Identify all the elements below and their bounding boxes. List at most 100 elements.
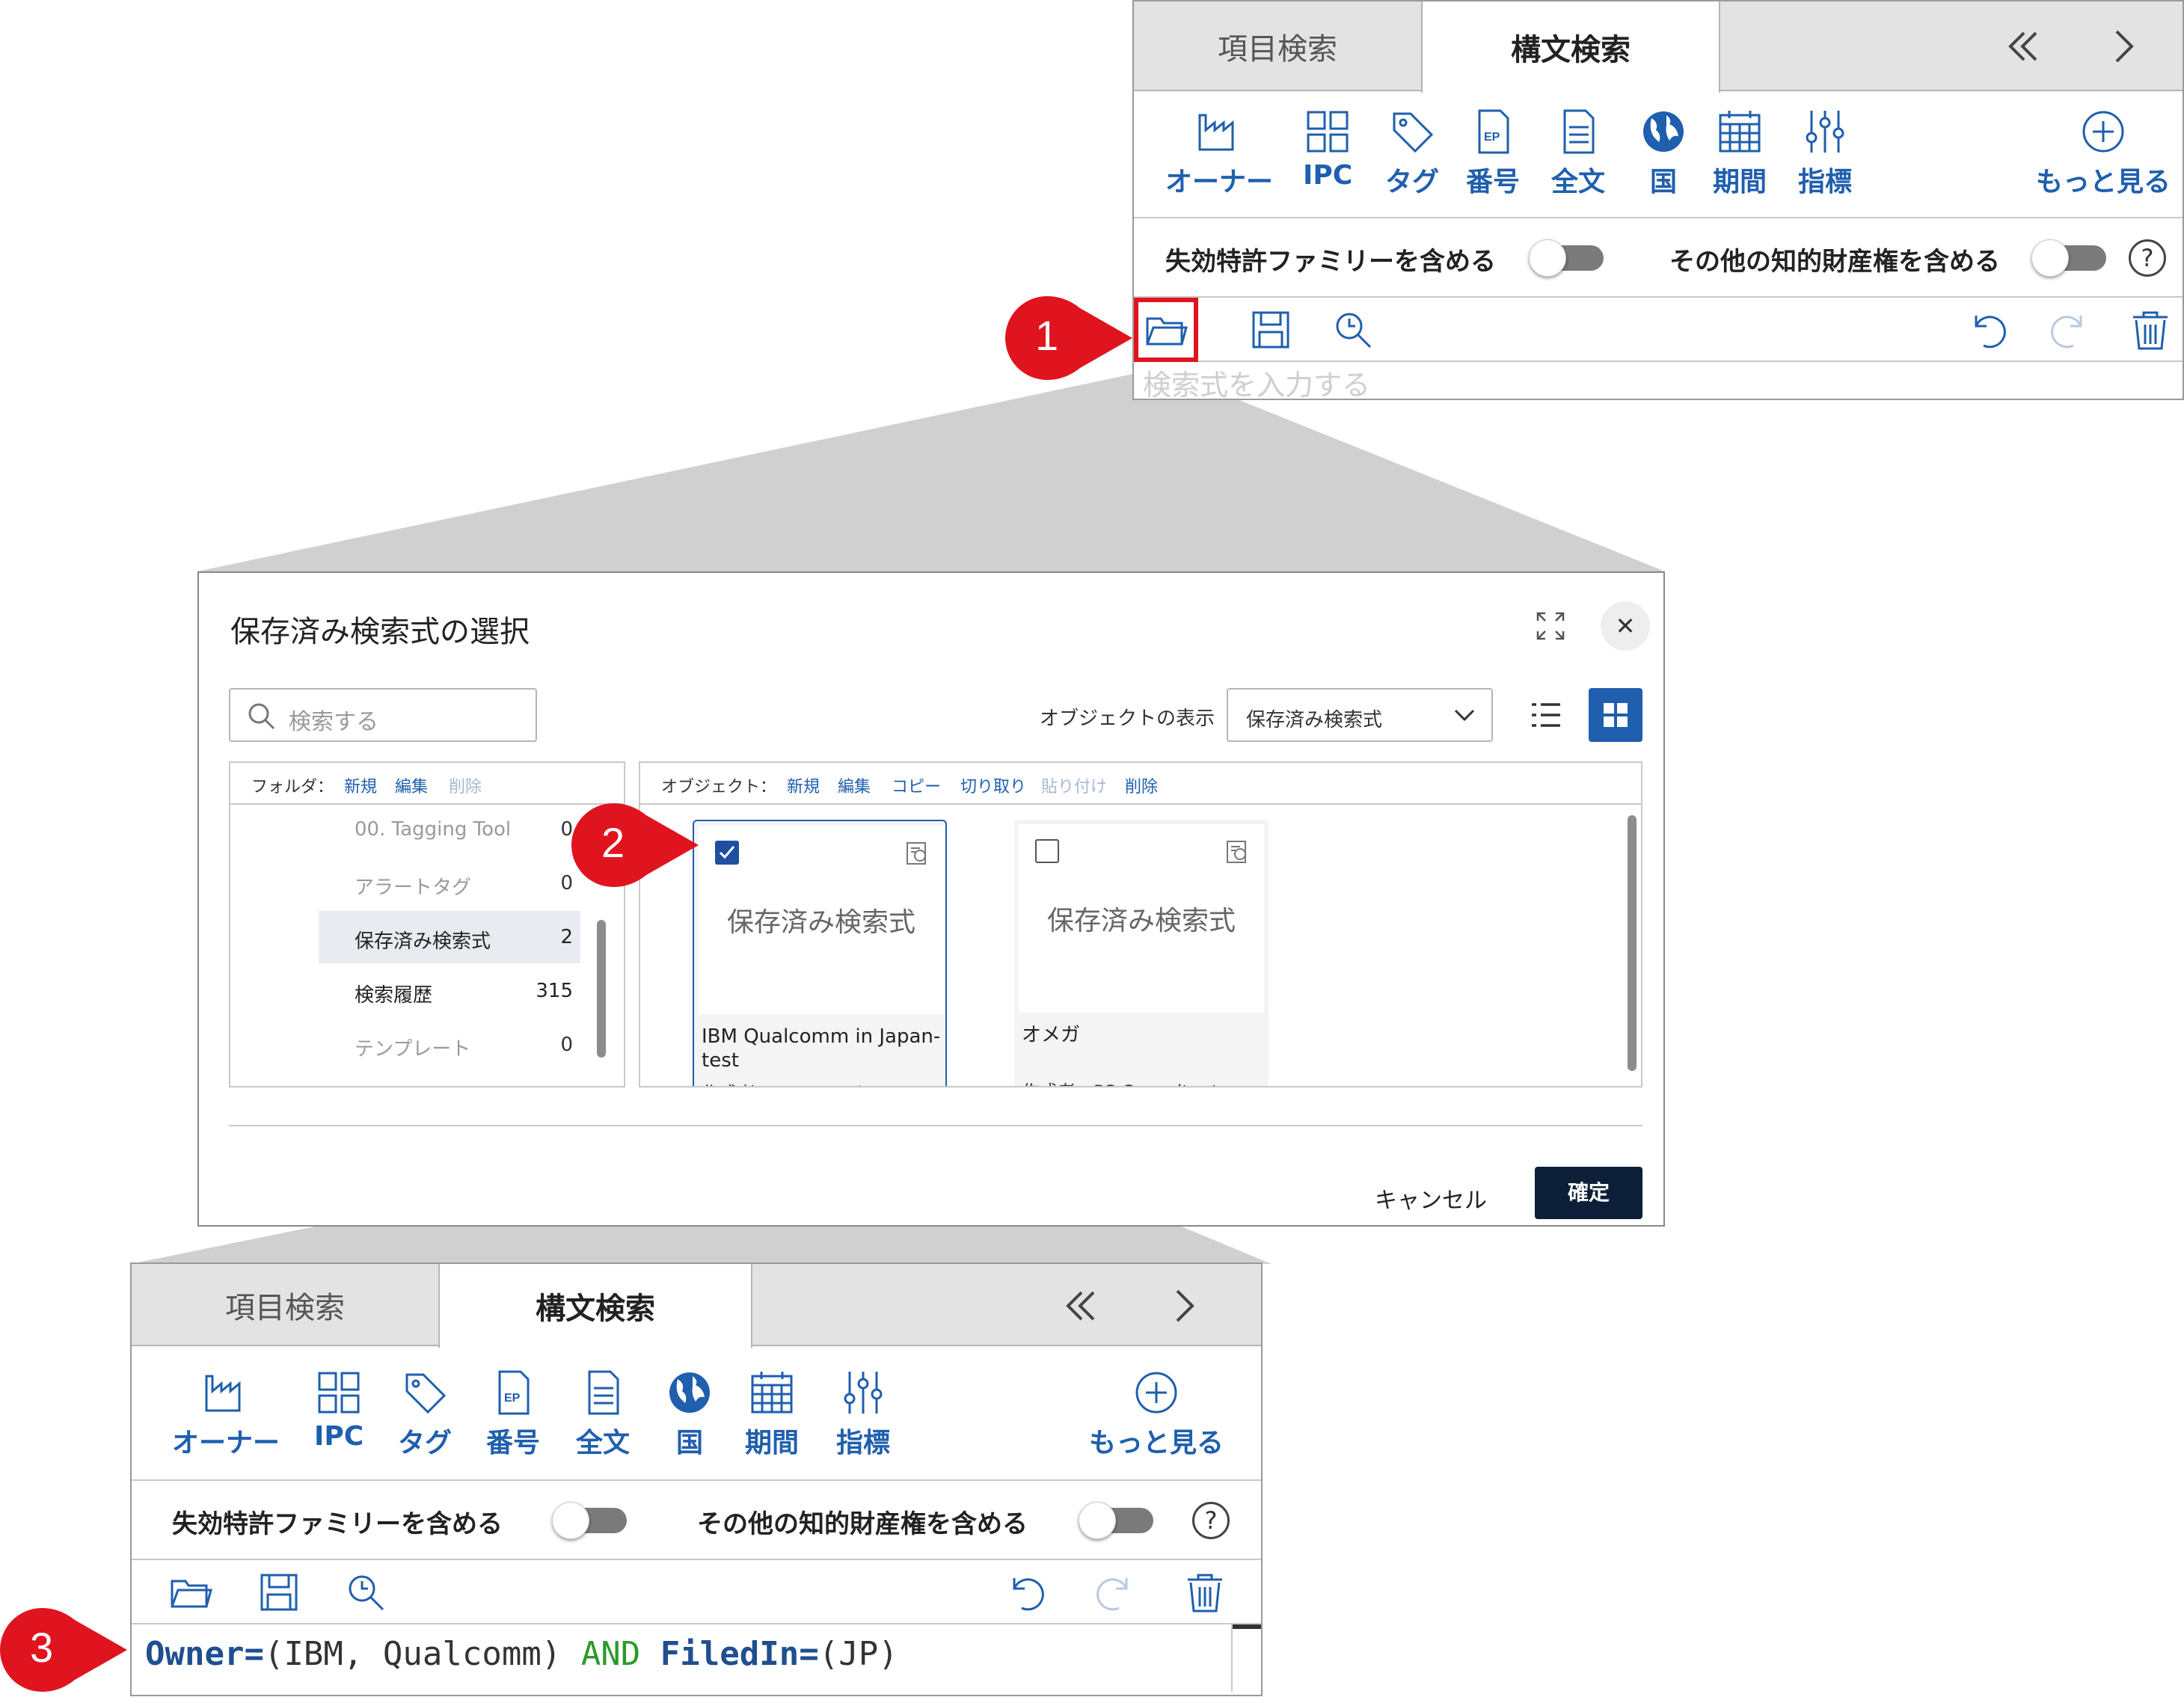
- fulltext-tool[interactable]: 全文: [1551, 108, 1605, 199]
- country-tool[interactable]: 国: [666, 1369, 714, 1460]
- card-title: IBM Qualcomm in Japan-test: [702, 1025, 941, 1072]
- help-icon[interactable]: ?: [1192, 1502, 1230, 1539]
- chevron-down-icon: [1454, 709, 1475, 722]
- search-history-icon[interactable]: [1331, 308, 1375, 352]
- callout-step-3: 3: [0, 1608, 132, 1695]
- tab-field-search[interactable]: 項目検索: [132, 1264, 438, 1346]
- include-expired-label: 失効特許ファミリーを含める: [172, 1509, 503, 1539]
- card-thumbnail: 保存済み検索式: [1019, 824, 1264, 1013]
- folder-open-icon[interactable]: [1144, 308, 1188, 352]
- query-value-filedin: (JP): [818, 1635, 898, 1673]
- trash-icon[interactable]: [2129, 308, 2172, 352]
- search-history-icon[interactable]: [344, 1571, 387, 1614]
- ipc-tool-label: IPC: [314, 1421, 364, 1452]
- sliders-icon: [844, 1372, 883, 1414]
- folder-row-search-history[interactable]: 検索履歴 315: [319, 965, 580, 1017]
- ep-document-icon: EP: [498, 1370, 530, 1415]
- country-tool-label: 国: [1649, 167, 1677, 197]
- double-chevron-left-icon[interactable]: [1999, 22, 2046, 70]
- include-expired-toggle[interactable]: [1529, 239, 1604, 277]
- card-checkbox[interactable]: [1035, 839, 1059, 863]
- folder-row-alert-tag[interactable]: アラートタグ 0: [319, 857, 580, 909]
- folder-row-tagging-tool[interactable]: 00. Tagging Tool 0: [319, 803, 580, 856]
- redo-icon[interactable]: [1093, 1571, 1137, 1614]
- undo-icon[interactable]: [1966, 308, 2009, 352]
- grid-view-button[interactable]: [1589, 688, 1642, 742]
- tag-tool[interactable]: タグ: [1385, 108, 1439, 199]
- owner-tool[interactable]: オーナー: [172, 1369, 280, 1460]
- ipc-tool[interactable]: IPC: [314, 1369, 364, 1452]
- folder-edit-link[interactable]: 編集: [395, 773, 428, 797]
- folder-row-saved-queries[interactable]: 保存済み検索式 2: [319, 911, 580, 963]
- object-new-link[interactable]: 新規: [787, 773, 820, 797]
- ipc-tool[interactable]: IPC: [1303, 108, 1352, 191]
- double-chevron-left-icon[interactable]: [1056, 1282, 1104, 1330]
- number-tool[interactable]: EP 番号: [1466, 108, 1520, 199]
- folder-new-link[interactable]: 新規: [344, 773, 377, 797]
- folder-name: 検索履歴: [355, 984, 433, 1007]
- folder-row-template[interactable]: テンプレート 0: [319, 1019, 580, 1071]
- object-copy-link[interactable]: コピー: [892, 773, 941, 797]
- owner-tool[interactable]: オーナー: [1165, 108, 1273, 199]
- query-input-top[interactable]: 検索式を入力する: [1134, 362, 2183, 400]
- country-tool[interactable]: 国: [1639, 108, 1687, 199]
- undo-icon[interactable]: [1004, 1571, 1047, 1614]
- metrics-tool[interactable]: 指標: [1798, 108, 1852, 199]
- query-type-icon: [907, 842, 926, 865]
- folder-count: 0: [560, 1034, 573, 1056]
- object-display-select[interactable]: 保存済み検索式: [1227, 688, 1493, 742]
- owner-tool-label: オーナー: [1165, 167, 1274, 197]
- object-edit-link[interactable]: 編集: [838, 773, 871, 797]
- query-input-bottom[interactable]: Owner=(IBM, Qualcomm) AND FiledIn=(JP): [132, 1624, 1261, 1692]
- save-icon[interactable]: [1249, 308, 1292, 352]
- saved-query-card[interactable]: 保存済み検索式 IBM Qualcomm in Japan-test 作成者：P…: [693, 820, 947, 1086]
- object-scrollbar[interactable]: [1628, 815, 1637, 1071]
- card-checkbox[interactable]: [715, 841, 739, 865]
- tab-bar: 項目検索 構文検索: [1134, 1, 2183, 93]
- save-icon[interactable]: [257, 1571, 301, 1614]
- object-cut-link[interactable]: 切り取り: [960, 773, 1026, 797]
- tag-tool-label: タグ: [1385, 167, 1440, 197]
- object-paste-link[interactable]: 貼り付け: [1041, 773, 1107, 797]
- fulltext-tool[interactable]: 全文: [576, 1369, 630, 1460]
- metrics-tool[interactable]: 指標: [836, 1369, 890, 1460]
- period-tool[interactable]: 期間: [1713, 108, 1767, 199]
- confirm-button[interactable]: 確定: [1535, 1167, 1642, 1219]
- folder-delete-link[interactable]: 削除: [449, 773, 482, 797]
- include-expired-toggle[interactable]: [552, 1502, 627, 1539]
- globe-icon: [1643, 111, 1684, 152]
- folder-count: 315: [536, 980, 573, 1002]
- chevron-right-icon[interactable]: [2099, 22, 2147, 70]
- number-tool[interactable]: EP 番号: [486, 1369, 540, 1460]
- trash-icon[interactable]: [1183, 1571, 1227, 1614]
- saved-query-card[interactable]: 保存済み検索式 オメガ 作成者：PS Consultant: [1014, 820, 1269, 1086]
- more-tool[interactable]: もっと見る: [1089, 1369, 1224, 1460]
- include-other-ip-toggle[interactable]: [1079, 1502, 1153, 1539]
- card-author: 作成者：PS Consultant: [702, 1078, 898, 1086]
- tag-tool[interactable]: タグ: [398, 1369, 452, 1460]
- include-other-ip-label: その他の知的財産権を含める: [697, 1509, 1028, 1539]
- redo-icon[interactable]: [2048, 308, 2091, 352]
- query-placeholder: 検索式を入力する: [1143, 369, 1371, 400]
- tab-field-search[interactable]: 項目検索: [1134, 1, 1421, 91]
- number-tool-label: 番号: [1466, 167, 1521, 197]
- expand-icon[interactable]: [1535, 610, 1566, 642]
- list-view-icon[interactable]: [1530, 700, 1562, 730]
- help-icon[interactable]: ?: [2129, 239, 2166, 277]
- object-delete-link[interactable]: 削除: [1125, 773, 1158, 797]
- dialog-search-input[interactable]: 検索する: [229, 688, 537, 742]
- cancel-button[interactable]: キャンセル: [1375, 1182, 1487, 1215]
- folder-open-icon[interactable]: [169, 1571, 212, 1614]
- include-other-ip-label: その他の知的財産権を含める: [1669, 247, 2000, 277]
- options-row: 失効特許ファミリーを含める その他の知的財産権を含める ?: [1134, 218, 2183, 298]
- tab-syntax-search[interactable]: 構文検索: [438, 1264, 752, 1348]
- query-value-owner: (IBM, Qualcomm): [263, 1635, 562, 1673]
- folder-scrollbar[interactable]: [597, 920, 606, 1058]
- tab-syntax-search[interactable]: 構文検索: [1421, 1, 1720, 93]
- period-tool[interactable]: 期間: [745, 1369, 799, 1460]
- chevron-right-icon[interactable]: [1159, 1282, 1207, 1330]
- query-scrollbar[interactable]: [1231, 1624, 1261, 1692]
- close-button[interactable]: ✕: [1601, 601, 1650, 651]
- include-other-ip-toggle[interactable]: [2031, 239, 2106, 277]
- more-tool[interactable]: もっと見る: [2036, 108, 2171, 199]
